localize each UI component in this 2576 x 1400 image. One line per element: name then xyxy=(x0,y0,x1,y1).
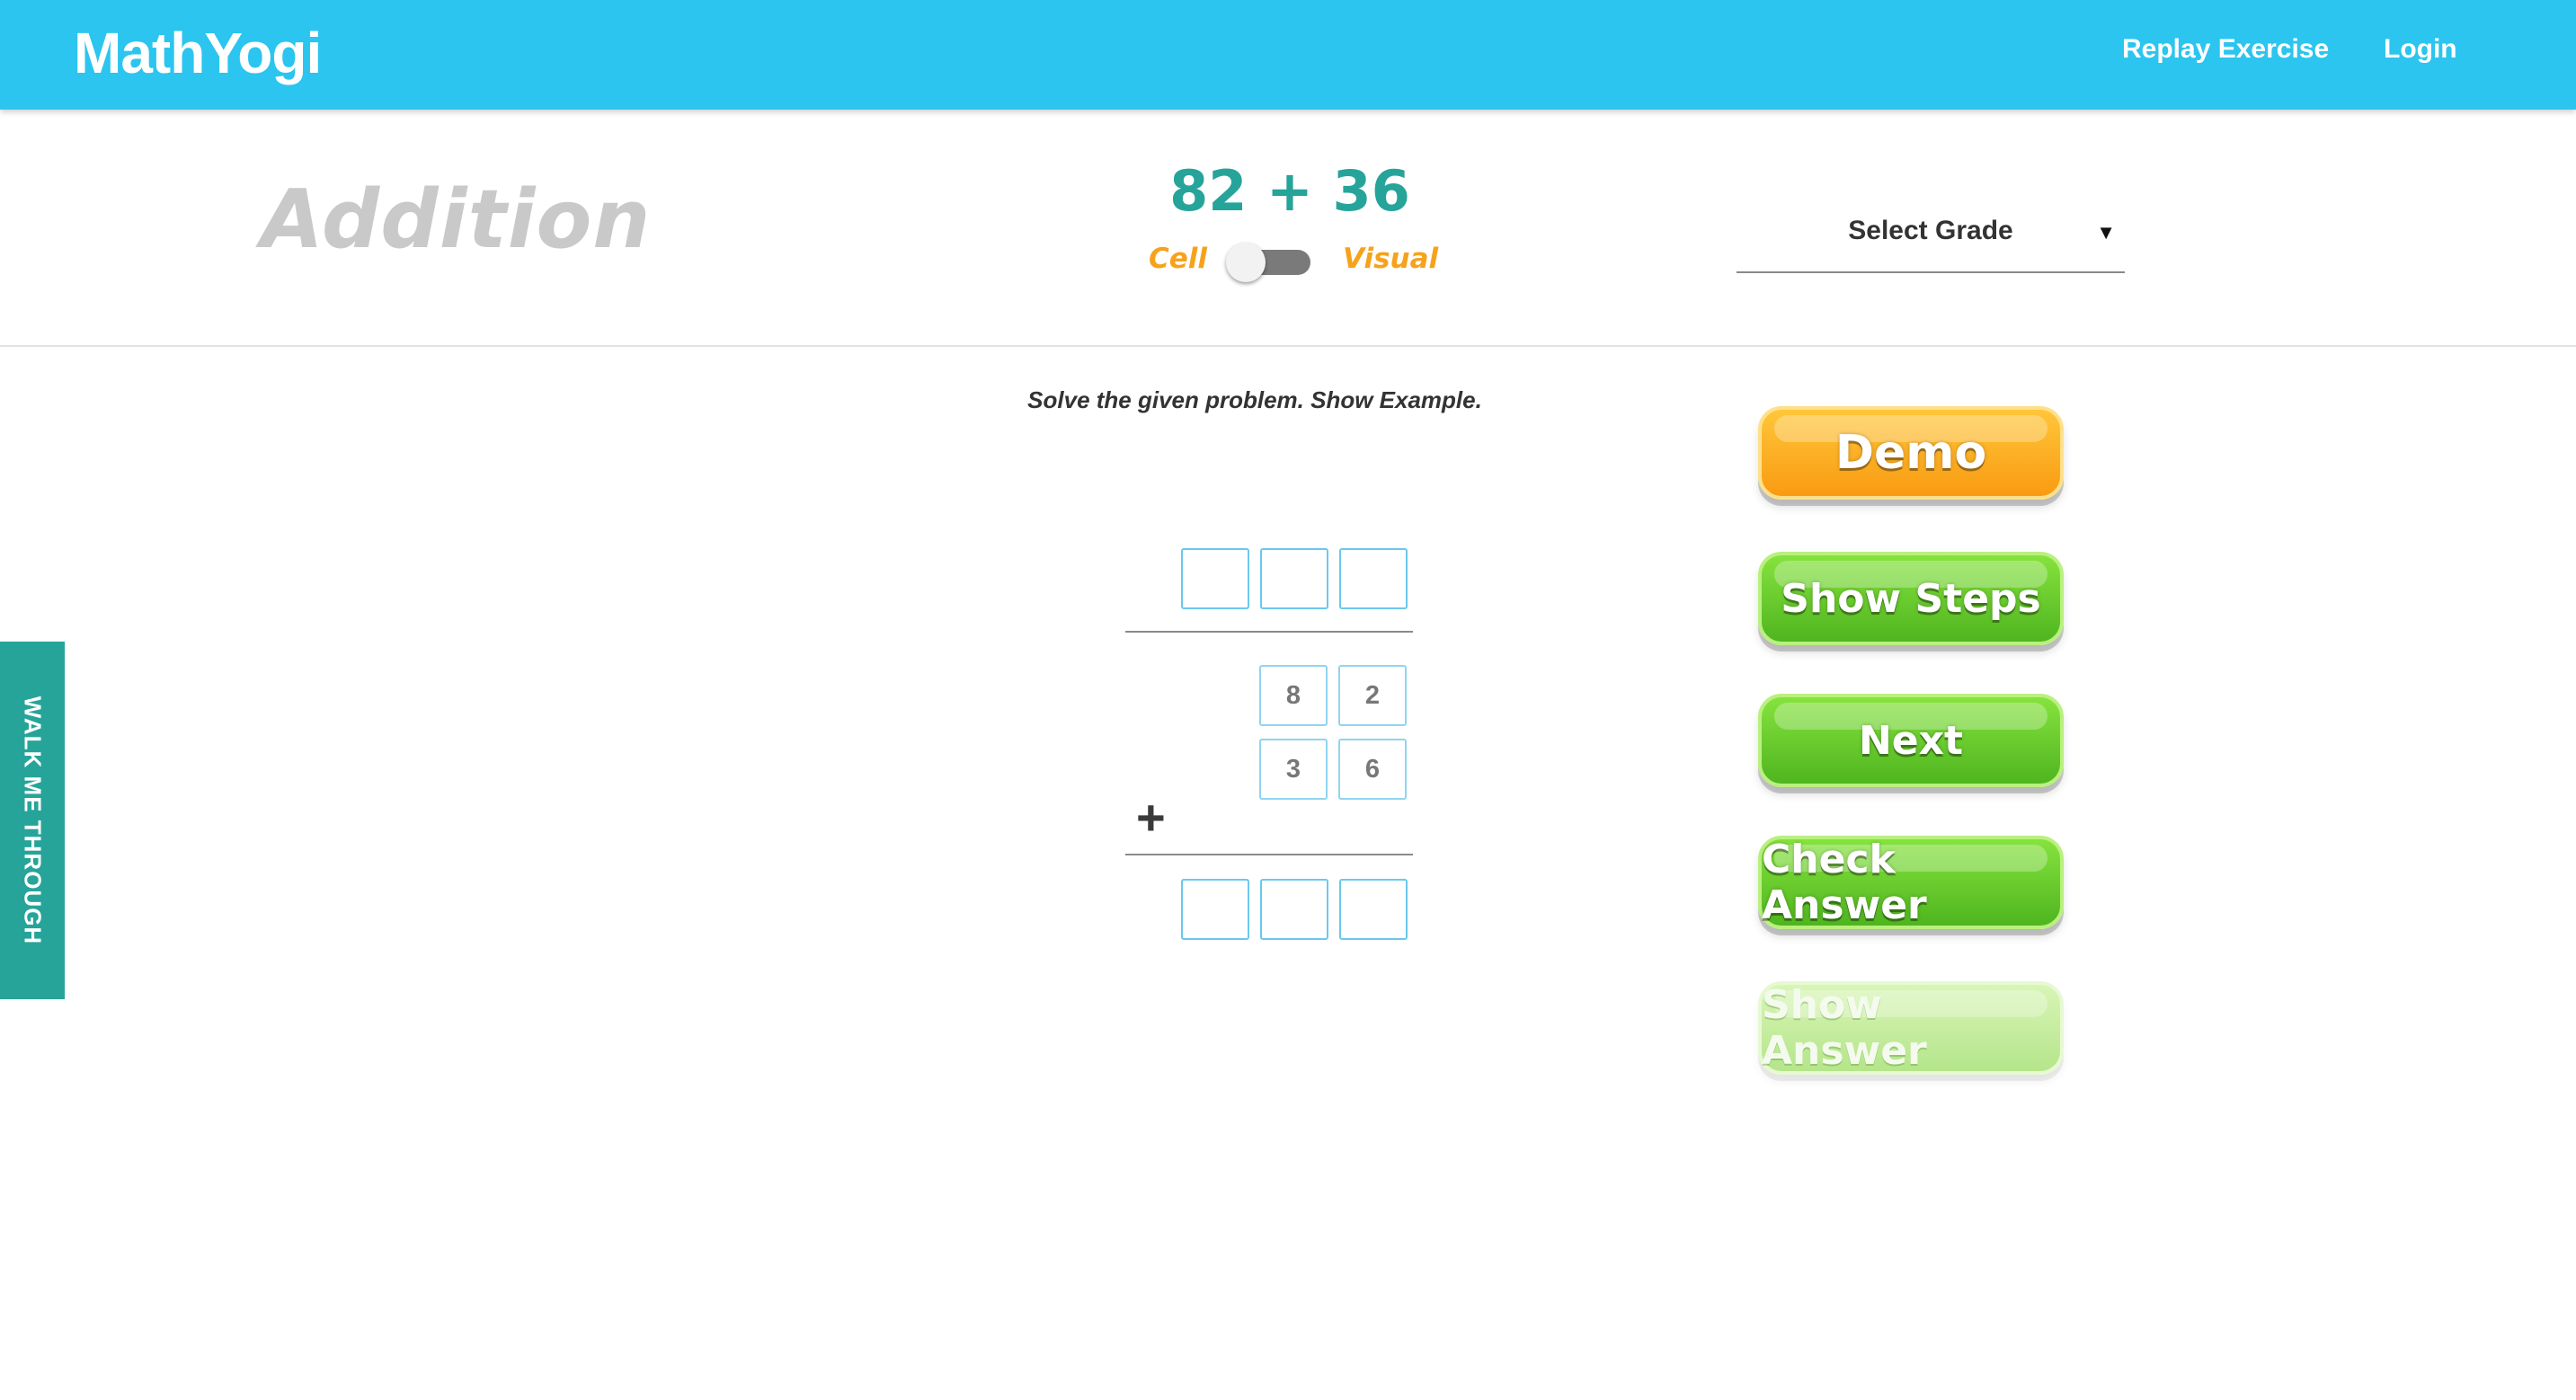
mode-toggle-switch[interactable] xyxy=(1226,243,1310,282)
walk-me-through-label: WALK ME THROUGH xyxy=(19,696,47,945)
mode-cell-label: Cell xyxy=(1149,243,1208,275)
answer-cell-hundreds[interactable] xyxy=(1181,879,1249,940)
instruction-text: Solve the given problem. Show Example. xyxy=(1027,386,1482,413)
carry-cell-hundreds[interactable] xyxy=(1181,548,1249,609)
brand-logo[interactable]: MathYogi xyxy=(74,20,322,86)
problem-expression: 82 + 36 xyxy=(1169,158,1410,224)
mode-visual-label: Visual xyxy=(1343,243,1439,275)
carry-cell-tens[interactable] xyxy=(1260,548,1328,609)
demo-button-label: Demo xyxy=(1834,426,1987,480)
show-answer-button[interactable]: Show Answer xyxy=(1758,981,2064,1075)
grade-select-label: Select Grade xyxy=(1848,216,2013,245)
carry-cell-ones[interactable] xyxy=(1339,548,1408,609)
replay-exercise-link[interactable]: Replay Exercise xyxy=(2122,34,2329,65)
show-answer-button-label: Show Answer xyxy=(1762,982,1927,1074)
toggle-knob[interactable] xyxy=(1226,243,1266,282)
check-answer-button[interactable]: Check Answer xyxy=(1758,836,2064,929)
walk-me-through-tab[interactable]: WALK ME THROUGH xyxy=(0,642,65,999)
addend-1-tens-digit: 8 xyxy=(1259,665,1328,726)
next-button[interactable]: Next xyxy=(1758,694,2064,787)
top-navbar: MathYogi Replay Exercise Login xyxy=(0,0,2576,110)
show-steps-button[interactable]: Show Steps xyxy=(1758,552,2064,645)
check-answer-button-label: Check Answer xyxy=(1762,837,1927,928)
addend-2-ones-digit: 6 xyxy=(1338,739,1407,800)
plus-operator: + xyxy=(1136,789,1166,846)
carry-rule-line xyxy=(1125,631,1413,633)
answer-cell-ones[interactable] xyxy=(1339,879,1408,940)
answer-cell-tens[interactable] xyxy=(1260,879,1328,940)
show-steps-button-label: Show Steps xyxy=(1781,575,2041,622)
demo-button[interactable]: Demo xyxy=(1758,406,2064,500)
grade-select-dropdown[interactable]: Select Grade ▼ xyxy=(1737,201,2125,273)
addend-2-tens-digit: 3 xyxy=(1259,739,1328,800)
addend-1-ones-digit: 2 xyxy=(1338,665,1407,726)
caret-down-icon: ▼ xyxy=(2096,221,2116,244)
page: MathYogi Replay Exercise Login Addition … xyxy=(0,0,2576,1400)
section-divider xyxy=(0,345,2576,347)
sum-rule-line xyxy=(1125,854,1413,855)
login-link[interactable]: Login xyxy=(2384,34,2457,65)
next-button-label: Next xyxy=(1858,717,1964,764)
topic-title: Addition xyxy=(261,173,652,267)
